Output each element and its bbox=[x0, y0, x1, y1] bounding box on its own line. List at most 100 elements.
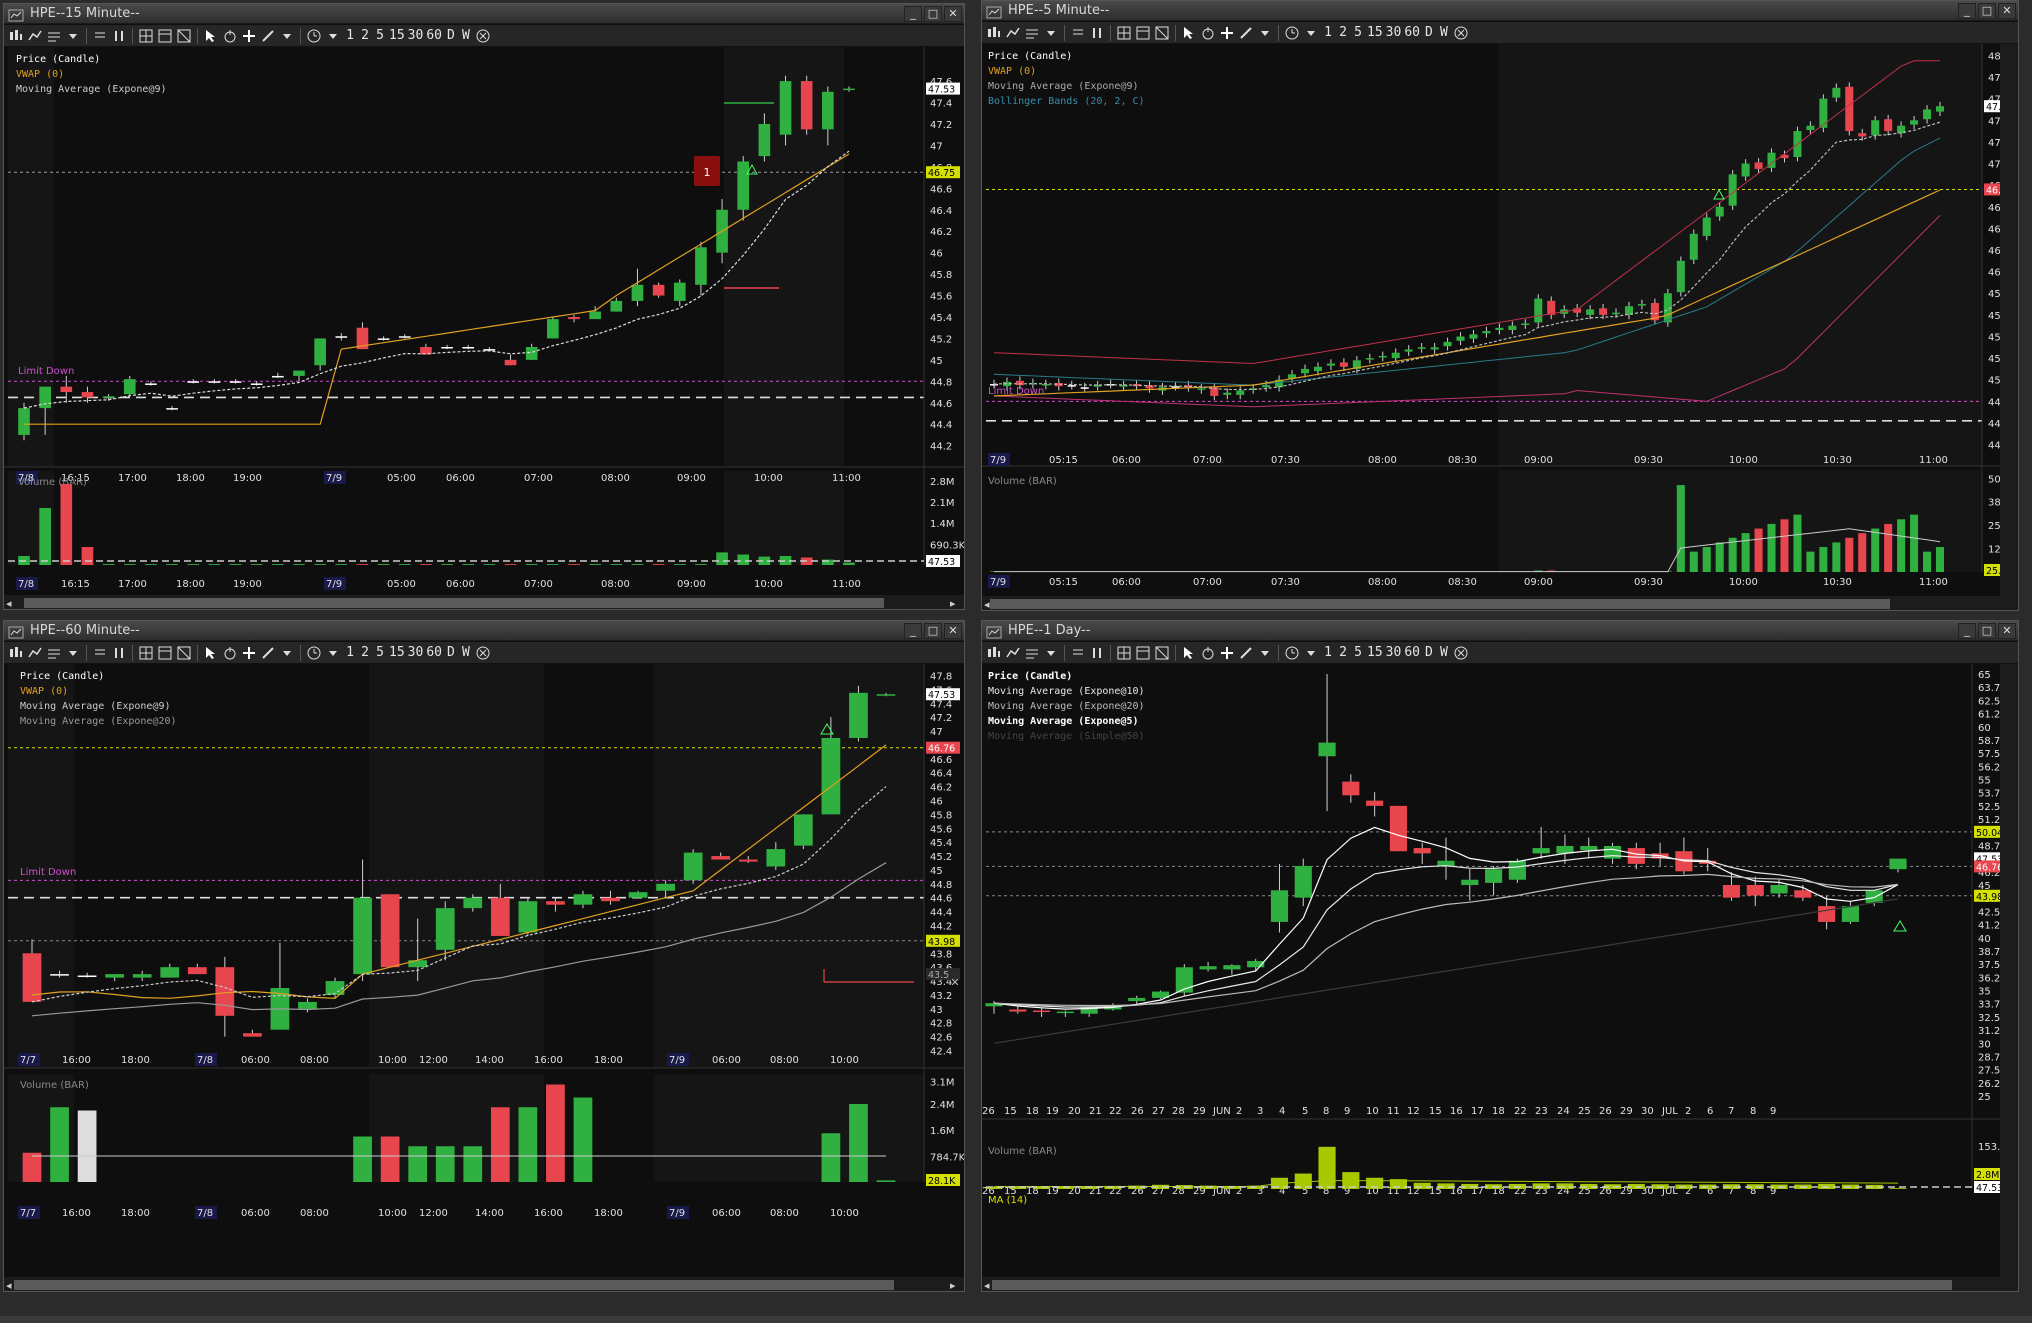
hand-icon[interactable] bbox=[1200, 25, 1216, 41]
dropdown-icon[interactable] bbox=[1043, 25, 1059, 41]
maximize-button[interactable]: □ bbox=[924, 623, 942, 639]
chart-type-icon[interactable] bbox=[8, 28, 24, 44]
price-chart[interactable]: 6563.7562.561.256058.7557.556.255553.755… bbox=[982, 664, 2019, 1292]
interval-button[interactable]: 1 bbox=[344, 27, 356, 45]
pencil-icon[interactable] bbox=[260, 28, 276, 44]
minimize-button[interactable]: _ bbox=[1958, 3, 1976, 19]
crosshair-icon[interactable] bbox=[1219, 25, 1235, 41]
interval-button[interactable]: 15 bbox=[1367, 644, 1383, 662]
indicator-icon[interactable] bbox=[46, 645, 62, 661]
dropdown-icon[interactable] bbox=[65, 645, 81, 661]
interval-button[interactable]: D bbox=[445, 27, 457, 45]
list-icon[interactable] bbox=[92, 645, 108, 661]
pencil-icon[interactable] bbox=[260, 645, 276, 661]
pointer-icon[interactable] bbox=[203, 645, 219, 661]
pointer-icon[interactable] bbox=[1181, 25, 1197, 41]
interval-button[interactable]: 15 bbox=[1367, 24, 1383, 42]
legend-item[interactable]: Price (Candle) bbox=[988, 669, 1145, 684]
pause-icon[interactable] bbox=[111, 28, 127, 44]
interval-button[interactable]: D bbox=[445, 644, 457, 662]
interval-button[interactable]: 2 bbox=[359, 27, 371, 45]
pencil-icon[interactable] bbox=[1238, 645, 1254, 661]
list-icon[interactable] bbox=[92, 28, 108, 44]
clock-icon[interactable] bbox=[306, 28, 322, 44]
crosshair-box-icon[interactable] bbox=[1154, 645, 1170, 661]
crosshair-icon[interactable] bbox=[1219, 645, 1235, 661]
interval-button[interactable]: 2 bbox=[1337, 24, 1349, 42]
layout-icon[interactable] bbox=[157, 645, 173, 661]
dropdown-icon[interactable] bbox=[1043, 645, 1059, 661]
crosshair-icon[interactable] bbox=[241, 28, 257, 44]
dropdown-icon[interactable] bbox=[325, 645, 341, 661]
legend-item[interactable]: Moving Average (Expone@9) bbox=[16, 82, 167, 97]
maximize-button[interactable]: □ bbox=[1978, 623, 1996, 639]
zoom-icon[interactable] bbox=[1005, 25, 1021, 41]
maximize-button[interactable]: □ bbox=[1978, 3, 1996, 19]
layout-icon[interactable] bbox=[1135, 25, 1151, 41]
interval-button[interactable]: 5 bbox=[374, 27, 386, 45]
cancel-circle-icon[interactable] bbox=[475, 645, 491, 661]
list-icon[interactable] bbox=[1070, 645, 1086, 661]
zoom-icon[interactable] bbox=[1005, 645, 1021, 661]
interval-button[interactable]: 30 bbox=[1386, 644, 1402, 662]
legend-item[interactable]: Price (Candle) bbox=[20, 669, 177, 684]
interval-button[interactable]: 30 bbox=[1386, 24, 1402, 42]
legend-item[interactable]: Moving Average (Simple@50) bbox=[988, 729, 1145, 744]
crosshair-box-icon[interactable] bbox=[176, 28, 192, 44]
pointer-icon[interactable] bbox=[1181, 645, 1197, 661]
hand-icon[interactable] bbox=[222, 645, 238, 661]
pointer-icon[interactable] bbox=[203, 28, 219, 44]
dropdown-icon[interactable] bbox=[325, 28, 341, 44]
hand-icon[interactable] bbox=[1200, 645, 1216, 661]
interval-button[interactable]: D bbox=[1423, 644, 1435, 662]
layout-icon[interactable] bbox=[1135, 645, 1151, 661]
minimize-button[interactable]: _ bbox=[904, 6, 922, 22]
maximize-button[interactable]: □ bbox=[924, 6, 942, 22]
zoom-icon[interactable] bbox=[27, 28, 43, 44]
price-chart[interactable]: 47.847.647.447.24746.846.646.446.24645.8… bbox=[4, 664, 965, 1292]
chart-type-icon[interactable] bbox=[986, 645, 1002, 661]
cancel-circle-icon[interactable] bbox=[1453, 645, 1469, 661]
interval-button[interactable]: 15 bbox=[389, 644, 405, 662]
interval-button[interactable]: 5 bbox=[374, 644, 386, 662]
legend-item[interactable]: Price (Candle) bbox=[16, 52, 167, 67]
close-button[interactable]: ✕ bbox=[944, 623, 962, 639]
interval-button[interactable]: 60 bbox=[426, 27, 442, 45]
grid-icon[interactable] bbox=[1116, 645, 1132, 661]
close-button[interactable]: ✕ bbox=[1998, 623, 2016, 639]
pause-icon[interactable] bbox=[111, 645, 127, 661]
close-button[interactable]: ✕ bbox=[944, 6, 962, 22]
window-titlebar[interactable]: HPE--5 Minute-- _ □ ✕ bbox=[982, 1, 2018, 21]
grid-icon[interactable] bbox=[138, 28, 154, 44]
price-chart[interactable]: 4847.847.647.447.24746.846.646.446.24645… bbox=[982, 44, 2019, 611]
price-chart[interactable]: 47.647.447.24746.846.646.446.24645.845.6… bbox=[4, 47, 965, 610]
close-button[interactable]: ✕ bbox=[1998, 3, 2016, 19]
grid-icon[interactable] bbox=[138, 645, 154, 661]
indicator-icon[interactable] bbox=[46, 28, 62, 44]
interval-button[interactable]: W bbox=[460, 644, 472, 662]
interval-button[interactable]: 60 bbox=[1404, 24, 1420, 42]
interval-button[interactable]: W bbox=[1438, 24, 1450, 42]
legend-item[interactable]: VWAP (0) bbox=[20, 684, 177, 699]
legend-item[interactable]: Price (Candle) bbox=[988, 49, 1145, 64]
indicator-icon[interactable] bbox=[1024, 645, 1040, 661]
interval-button[interactable]: 30 bbox=[408, 27, 424, 45]
interval-button[interactable]: 1 bbox=[1322, 24, 1334, 42]
clock-icon[interactable] bbox=[1284, 645, 1300, 661]
legend-item[interactable]: Moving Average (Expone@9) bbox=[988, 79, 1145, 94]
chart-type-icon[interactable] bbox=[986, 25, 1002, 41]
crosshair-box-icon[interactable] bbox=[176, 645, 192, 661]
pause-icon[interactable] bbox=[1089, 25, 1105, 41]
window-titlebar[interactable]: HPE--15 Minute-- _ □ ✕ bbox=[4, 4, 964, 24]
legend-item[interactable]: Bollinger Bands (20, 2, C) bbox=[988, 94, 1145, 109]
dropdown-icon[interactable] bbox=[1257, 25, 1273, 41]
clock-icon[interactable] bbox=[306, 645, 322, 661]
legend-item[interactable]: Moving Average (Expone@20) bbox=[20, 714, 177, 729]
minimize-button[interactable]: _ bbox=[904, 623, 922, 639]
grid-icon[interactable] bbox=[1116, 25, 1132, 41]
dropdown-icon[interactable] bbox=[279, 28, 295, 44]
legend-item[interactable]: Moving Average (Expone@10) bbox=[988, 684, 1145, 699]
hand-icon[interactable] bbox=[222, 28, 238, 44]
chart-type-icon[interactable] bbox=[8, 645, 24, 661]
list-icon[interactable] bbox=[1070, 25, 1086, 41]
